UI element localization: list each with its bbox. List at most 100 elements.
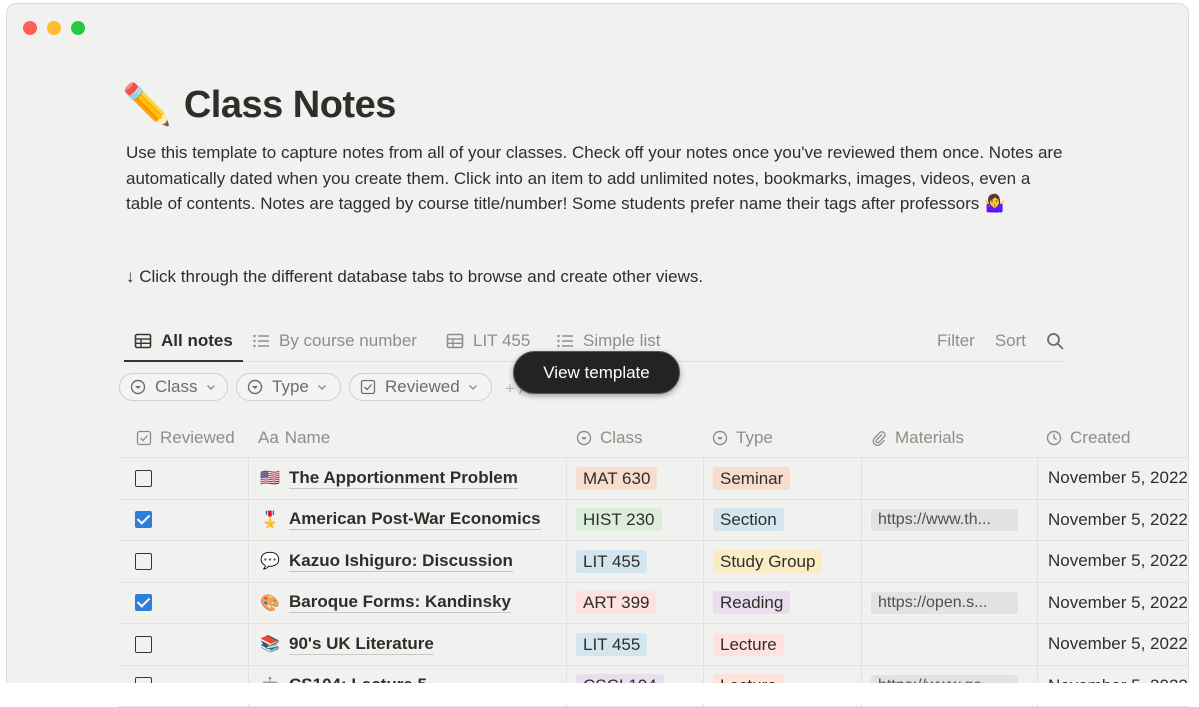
select-icon: [247, 379, 263, 395]
page-title[interactable]: Class Notes: [184, 84, 396, 127]
type-tag: Seminar: [713, 467, 790, 490]
class-tag: LIT 455: [576, 550, 647, 573]
reviewed-checkbox[interactable]: [135, 553, 152, 570]
minimize-window-button[interactable]: [47, 21, 61, 35]
materials-cell[interactable]: [861, 458, 1037, 499]
tab-label: Simple list: [583, 331, 660, 351]
page-header: ✏️ Class Notes: [122, 82, 396, 128]
chip-label: Reviewed: [385, 377, 460, 397]
table-row[interactable]: 📚90's UK Literature LIT 455 Lecture Nove…: [118, 624, 1189, 666]
name-cell[interactable]: 🎖️ American Post-War Economics: [248, 500, 566, 541]
select-icon: [576, 430, 592, 446]
page-description: Use this template to capture notes from …: [126, 140, 1066, 217]
view-template-tooltip[interactable]: View template: [513, 351, 680, 394]
reviewed-checkbox[interactable]: [135, 511, 152, 528]
column-header-materials[interactable]: Materials: [871, 418, 964, 457]
row-emoji-icon: 💬: [260, 551, 280, 571]
chip-label: Class: [155, 377, 198, 397]
reviewed-cell: [118, 583, 248, 624]
view-actions: Filter Sort: [937, 322, 1064, 360]
row-title[interactable]: 90's UK Literature: [289, 634, 434, 655]
row-emoji-icon: 🎖️: [260, 510, 280, 530]
created-cell: November 5, 2022: [1037, 583, 1197, 624]
name-cell[interactable]: 💬 Kazuo Ishiguro: Discussion: [248, 541, 566, 582]
reviewed-checkbox[interactable]: [135, 636, 152, 653]
chip-label: Type: [272, 377, 309, 397]
table-body: 🇺🇸The Apportionment Problem MAT 630 Semi…: [118, 458, 1189, 707]
type-tag: Study Group: [713, 550, 822, 573]
chevron-down-icon: [468, 382, 478, 392]
class-cell[interactable]: HIST 230: [566, 500, 703, 541]
type-cell[interactable]: Study Group: [703, 541, 861, 582]
row-title[interactable]: Kazuo Ishiguro: Discussion: [289, 551, 513, 572]
filter-button[interactable]: Filter: [937, 331, 975, 351]
row-title[interactable]: The Apportionment Problem: [289, 468, 518, 489]
class-tag: ART 399: [576, 591, 656, 614]
type-tag: Reading: [713, 591, 790, 614]
materials-cell[interactable]: [861, 624, 1037, 665]
column-header-reviewed[interactable]: Reviewed: [136, 418, 235, 457]
row-title[interactable]: Baroque Forms: Kandinsky: [289, 592, 511, 613]
column-label: Materials: [895, 428, 964, 448]
select-icon: [130, 379, 146, 395]
reviewed-cell: [118, 458, 248, 499]
created-cell: November 5, 2022: [1037, 500, 1197, 541]
type-filter-chip[interactable]: Type: [236, 373, 341, 401]
sort-button[interactable]: Sort: [995, 331, 1026, 351]
type-tag: Section: [713, 508, 784, 531]
class-tag: HIST 230: [576, 508, 662, 531]
close-window-button[interactable]: [23, 21, 37, 35]
filter-bar: Class Type Reviewed: [119, 373, 492, 401]
materials-cell[interactable]: [861, 541, 1037, 582]
reviewed-checkbox[interactable]: [135, 470, 152, 487]
reviewed-checkbox[interactable]: [135, 594, 152, 611]
tab-label: LIT 455: [473, 331, 530, 351]
class-cell[interactable]: MAT 630: [566, 458, 703, 499]
paperclip-icon: [871, 430, 887, 446]
maximize-window-button[interactable]: [71, 21, 85, 35]
table-row[interactable]: 💬 Kazuo Ishiguro: Discussion LIT 455 Stud…: [118, 541, 1189, 583]
type-cell[interactable]: Seminar: [703, 458, 861, 499]
row-title[interactable]: American Post-War Economics: [289, 509, 541, 530]
materials-cell[interactable]: https://www.th...: [861, 500, 1037, 541]
type-tag: Lecture: [713, 633, 784, 656]
table-row[interactable]: 🎖️ American Post-War Economics HIST 230 S…: [118, 500, 1189, 542]
tab-lit-455[interactable]: LIT 455: [446, 322, 530, 360]
materials-link[interactable]: https://www.th...: [871, 509, 1018, 531]
name-cell[interactable]: 📚 90's UK Literature: [248, 624, 566, 665]
column-label: Created: [1070, 428, 1130, 448]
description-text: Use this template to capture notes from …: [126, 140, 1066, 217]
column-header-created[interactable]: Created: [1046, 418, 1130, 457]
materials-link[interactable]: https://open.s...: [871, 592, 1018, 614]
search-icon[interactable]: [1046, 332, 1064, 350]
column-label: Name: [285, 428, 330, 448]
class-cell[interactable]: ART 399: [566, 583, 703, 624]
page-icon[interactable]: ✏️: [122, 82, 172, 128]
row-emoji-icon: 🎨: [260, 593, 280, 613]
type-cell[interactable]: Section: [703, 500, 861, 541]
class-cell[interactable]: LIT 455: [566, 541, 703, 582]
column-header-type[interactable]: Type: [712, 418, 773, 457]
type-cell[interactable]: Reading: [703, 583, 861, 624]
class-cell[interactable]: LIT 455: [566, 624, 703, 665]
materials-cell[interactable]: https://open.s...: [861, 583, 1037, 624]
window-bottom-edge: [0, 683, 1199, 703]
tab-all-notes[interactable]: All notes: [134, 322, 233, 360]
table-row[interactable]: 🇺🇸The Apportionment Problem MAT 630 Semi…: [118, 458, 1189, 500]
checkbox-icon: [360, 379, 376, 395]
name-cell[interactable]: 🇺🇸The Apportionment Problem: [248, 458, 566, 499]
row-emoji-icon: 📚: [260, 634, 280, 654]
column-header-name[interactable]: Aa Name: [258, 418, 330, 457]
column-header-class[interactable]: Class: [576, 418, 643, 457]
hint-text: ↓ Click through the different database t…: [126, 267, 703, 287]
type-cell[interactable]: Lecture: [703, 624, 861, 665]
tab-by-course-number[interactable]: By course number: [252, 322, 417, 360]
name-cell[interactable]: 🎨 Baroque Forms: Kandinsky: [248, 583, 566, 624]
tab-label: All notes: [161, 331, 233, 351]
created-cell: November 5, 2022: [1037, 458, 1197, 499]
reviewed-filter-chip[interactable]: Reviewed: [349, 373, 492, 401]
class-filter-chip[interactable]: Class: [119, 373, 228, 401]
column-label: Reviewed: [160, 428, 235, 448]
reviewed-cell: [118, 500, 248, 541]
table-row[interactable]: 🎨 Baroque Forms: Kandinsky ART 399 Readin…: [118, 583, 1189, 625]
